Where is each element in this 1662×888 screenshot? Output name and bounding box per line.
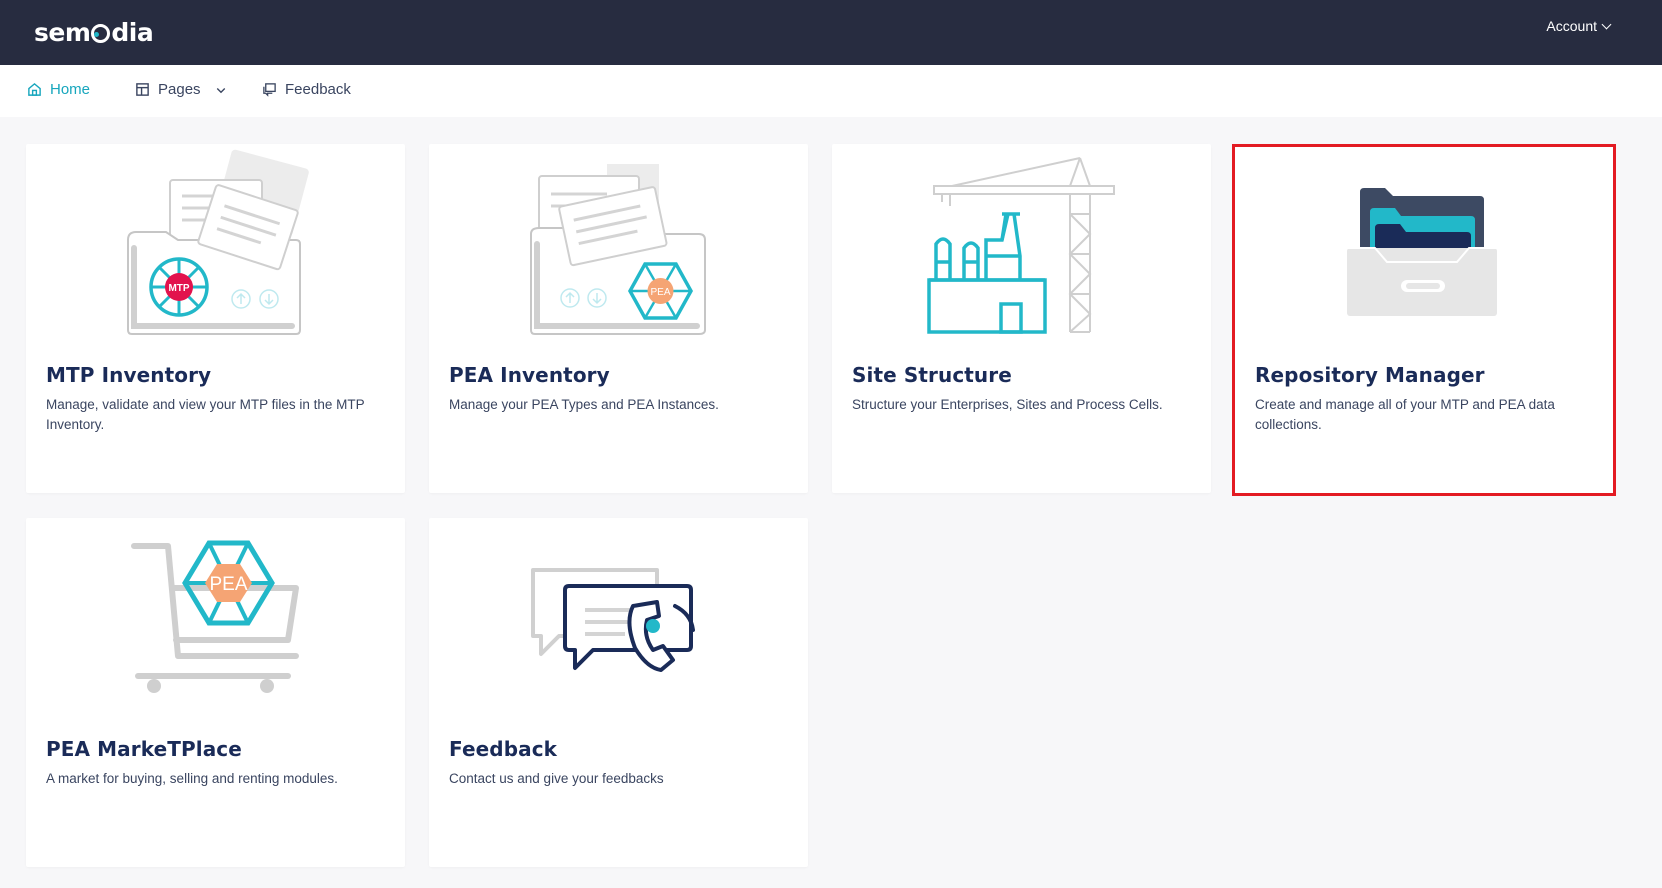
card-description: Structure your Enterprises, Sites and Pr… (852, 397, 1163, 412)
card-repository-manager[interactable]: Repository Manager Create and manage all… (1235, 144, 1614, 493)
card-site-structure[interactable]: Site Structure Structure your Enterprise… (832, 144, 1211, 493)
nav-feedback[interactable]: Feedback (262, 81, 351, 98)
account-label: Account (1546, 18, 1597, 34)
card-title: Site Structure (852, 363, 1012, 387)
pea-folder-icon: PEA (530, 164, 706, 335)
logo-text-prefix: sem (34, 17, 91, 47)
card-description: Create and manage all of your MTP and PE… (1255, 397, 1555, 432)
chevron-down-icon (1601, 19, 1612, 29)
nav-bar: Home Pages Feedback (0, 65, 1662, 117)
nav-pages[interactable]: Pages (135, 81, 227, 98)
factory-crane-icon (927, 157, 1115, 334)
card-title: Repository Manager (1255, 363, 1485, 387)
layout-icon (136, 83, 149, 96)
chat-phone-icon (531, 568, 695, 672)
home-icon (28, 82, 41, 96)
card-title: PEA MarkeTPlace (46, 737, 242, 761)
card-title: MTP Inventory (46, 363, 212, 387)
logo-text-suffix: dia (111, 17, 154, 47)
card-description: Manage your PEA Types and PEA Instances. (449, 397, 719, 412)
account-menu[interactable]: Account (1546, 18, 1612, 34)
card-pea-marketplace[interactable]: PEA PEA MarkeTPlace A market for buying,… (26, 518, 405, 867)
card-title: Feedback (449, 737, 558, 761)
mtp-folder-icon: MTP (127, 149, 309, 335)
pea-badge-text: PEA (209, 574, 247, 595)
pea-badge-text: PEA (650, 287, 670, 298)
card-feedback[interactable]: Feedback Contact us and give your feedba… (429, 518, 808, 867)
mtp-badge-text: MTP (168, 283, 189, 294)
logo-ring (91, 23, 111, 43)
nav-home-label: Home (50, 81, 91, 98)
feedback-icon (263, 83, 276, 97)
repository-drawer-icon (1347, 188, 1497, 316)
nav-home[interactable]: Home (27, 81, 90, 98)
chevron-down-icon (216, 87, 225, 93)
nav-feedback-label: Feedback (285, 81, 351, 98)
semedia-logo[interactable]: sem dia (34, 17, 154, 47)
card-description: A market for buying, selling and renting… (46, 771, 338, 786)
card-mtp-inventory[interactable]: MTP MTP Inventory Manage, validate and v… (26, 144, 405, 493)
nav-pages-label: Pages (158, 81, 201, 98)
top-bar: sem dia Account (0, 0, 1662, 65)
card-description: Contact us and give your feedbacks (449, 771, 664, 786)
pea-cart-icon: PEA (131, 540, 299, 693)
card-title: PEA Inventory (449, 363, 610, 387)
card-pea-inventory[interactable]: PEA PEA Inventory Manage your PEA Types … (429, 144, 808, 493)
card-description: Manage, validate and view your MTP files… (46, 397, 365, 432)
